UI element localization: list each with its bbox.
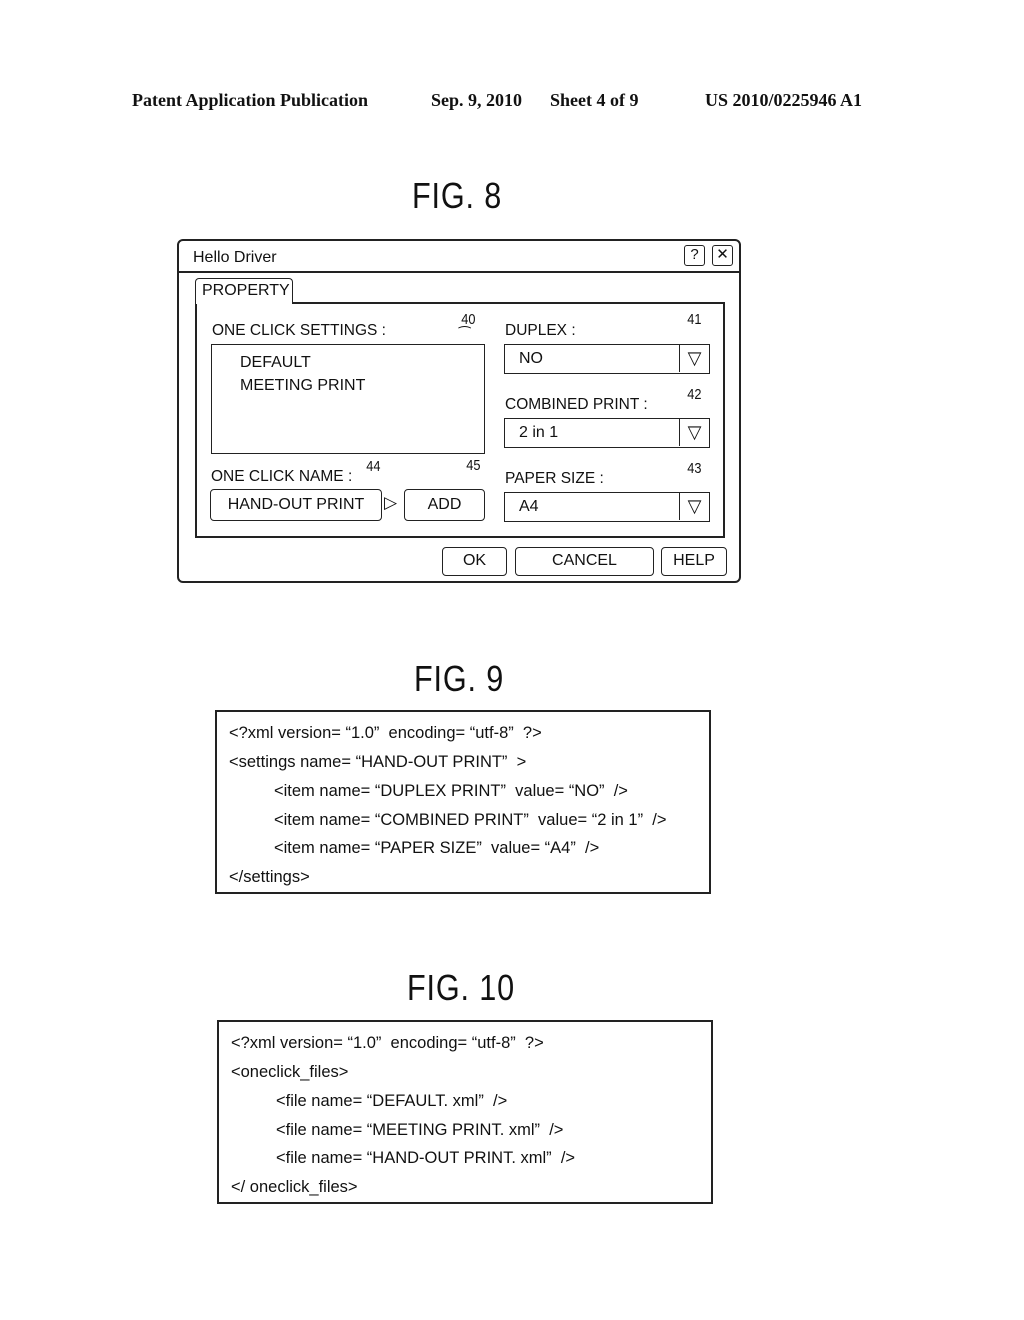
settings-xml-box: <?xml version= “1.0” encoding= “utf-8” ?…	[215, 710, 711, 894]
combined-print-label: COMBINED PRINT :	[505, 396, 648, 413]
one-click-name-label: ONE CLICK NAME :	[211, 468, 353, 485]
hello-driver-dialog: Hello Driver ? ✕ PROPERTY ONE CLICK SETT…	[177, 239, 741, 583]
close-icon[interactable]: ✕	[712, 245, 733, 266]
ref-41: 41	[687, 311, 702, 328]
titlebar-divider	[179, 271, 739, 273]
code-line: <settings name= “HAND-OUT PRINT” >	[229, 753, 527, 771]
patent-number: US 2010/0225946 A1	[705, 90, 863, 110]
code-line: <item name= “DUPLEX PRINT” value= “NO” /…	[274, 782, 628, 800]
combined-print-select[interactable]: 2 in 1 ▽	[504, 418, 710, 448]
code-line: <oneclick_files>	[231, 1063, 349, 1081]
code-line: <?xml version= “1.0” encoding= “utf-8” ?…	[231, 1034, 544, 1052]
code-line: <file name= “HAND-OUT PRINT. xml” />	[276, 1149, 576, 1167]
sheet-number: Sheet 4 of 9	[550, 90, 639, 110]
add-button[interactable]: ADD	[404, 489, 485, 521]
oneclick-files-xml-box: <?xml version= “1.0” encoding= “utf-8” ?…	[217, 1020, 713, 1204]
leader-icon: ⁀	[459, 326, 471, 342]
fig9-label: FIG. 9	[414, 658, 505, 699]
tab-property[interactable]: PROPERTY	[195, 278, 293, 304]
list-item-default[interactable]: DEFAULT	[240, 354, 311, 372]
dropdown-icon[interactable]: ▽	[679, 345, 709, 372]
duplex-select[interactable]: NO ▽	[504, 344, 710, 374]
help-button[interactable]: HELP	[661, 547, 727, 576]
code-line: <file name= “MEETING PRINT. xml” />	[276, 1121, 564, 1139]
list-item-meeting-print[interactable]: MEETING PRINT	[240, 377, 365, 395]
one-click-settings-label: ONE CLICK SETTINGS :	[212, 322, 386, 339]
dropdown-icon[interactable]: ▽	[679, 493, 709, 520]
code-line: <file name= “DEFAULT. xml” />	[276, 1092, 508, 1110]
fig8-label: FIG. 8	[412, 175, 503, 216]
dialog-title: Hello Driver	[193, 249, 277, 266]
fig10-label: FIG. 10	[407, 967, 515, 1008]
one-click-name-input[interactable]: HAND-OUT PRINT	[210, 489, 382, 521]
code-line: <?xml version= “1.0” encoding= “utf-8” ?…	[229, 724, 542, 742]
arrow-right-icon: ▷	[384, 493, 398, 512]
ref-45: 45	[466, 457, 481, 474]
paper-size-value: A4	[519, 498, 539, 515]
publication-date: Sep. 9, 2010	[431, 90, 523, 110]
combined-print-value: 2 in 1	[519, 424, 559, 441]
duplex-label: DUPLEX :	[505, 322, 576, 339]
duplex-value: NO	[519, 350, 543, 367]
publication-label: Patent Application Publication	[132, 90, 369, 110]
ok-button[interactable]: OK	[442, 547, 507, 576]
code-line: </settings>	[229, 868, 310, 886]
paper-size-label: PAPER SIZE :	[505, 470, 604, 487]
ref-44: 44	[366, 458, 381, 475]
code-line: </ oneclick_files>	[231, 1178, 358, 1196]
code-line: <item name= “PAPER SIZE” value= “A4” />	[274, 839, 600, 857]
paper-size-select[interactable]: A4 ▽	[504, 492, 710, 522]
property-panel: ONE CLICK SETTINGS : 40 ⁀ DEFAULT MEETIN…	[195, 302, 725, 538]
code-line: <item name= “COMBINED PRINT” value= “2 i…	[274, 811, 667, 829]
dropdown-icon[interactable]: ▽	[679, 419, 709, 446]
one-click-settings-list[interactable]: DEFAULT MEETING PRINT	[211, 344, 485, 454]
ref-43: 43	[687, 460, 702, 477]
cancel-button[interactable]: CANCEL	[515, 547, 654, 576]
help-icon[interactable]: ?	[684, 245, 705, 266]
ref-42: 42	[687, 386, 702, 403]
